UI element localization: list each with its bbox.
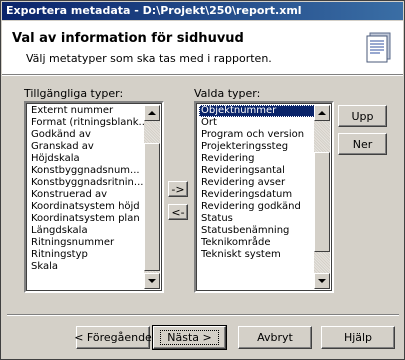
available-scrollbar[interactable] bbox=[144, 105, 160, 289]
scroll-down-button[interactable] bbox=[144, 273, 160, 289]
list-item[interactable]: Granskad av bbox=[29, 141, 145, 153]
footer-divider bbox=[7, 314, 399, 316]
window-title: Exportera metadata - D:\Projekt\250\repo… bbox=[6, 4, 302, 17]
list-item[interactable]: Status bbox=[199, 213, 315, 225]
help-label: Hjälp bbox=[343, 331, 373, 344]
list-item[interactable]: Konstbyggnadsritnin... bbox=[29, 177, 145, 189]
list-item[interactable]: Konstruerad av bbox=[29, 189, 145, 201]
page-title: Val av information för sidhuvud bbox=[12, 31, 244, 46]
list-item[interactable]: Projekteringssteg bbox=[199, 141, 315, 153]
list-item[interactable]: Revideringsdatum bbox=[199, 189, 315, 201]
list-item[interactable]: Ort bbox=[199, 117, 315, 129]
back-button[interactable]: < Föregående bbox=[74, 326, 152, 349]
scroll-thumb[interactable] bbox=[314, 151, 330, 252]
list-item[interactable]: Koordinatsystem plan bbox=[29, 213, 145, 225]
list-item[interactable]: Format (ritningsblank... bbox=[29, 117, 145, 129]
list-item[interactable]: Teknikområde bbox=[199, 237, 315, 249]
move-up-label: Upp bbox=[351, 109, 374, 123]
selected-types-list[interactable]: Objektnummer Ort Program och version Projek… bbox=[194, 101, 334, 293]
next-label: Nästa > bbox=[160, 330, 219, 345]
list-item[interactable]: Skala bbox=[29, 261, 145, 273]
list-item[interactable]: Längdskala bbox=[29, 225, 145, 237]
remove-type-label: <- bbox=[171, 205, 185, 219]
list-item[interactable]: Ritningstyp bbox=[29, 249, 145, 261]
list-item[interactable]: Externt nummer bbox=[29, 105, 145, 117]
list-item[interactable]: Godkänd av bbox=[29, 129, 145, 141]
cancel-button[interactable]: Avbryt bbox=[238, 326, 312, 349]
header-divider bbox=[2, 75, 403, 76]
list-item[interactable]: Revidering bbox=[199, 153, 315, 165]
selected-scrollbar[interactable] bbox=[314, 105, 330, 289]
wizard-header: Val av information för sidhuvud Välj met… bbox=[2, 21, 403, 75]
arrow-up-icon bbox=[318, 111, 326, 115]
back-label: < Föregående bbox=[74, 331, 152, 344]
scroll-up-button[interactable] bbox=[144, 105, 160, 121]
available-types-label: Tillgängliga typer: bbox=[24, 87, 124, 100]
scroll-thumb[interactable] bbox=[144, 143, 160, 272]
list-item[interactable]: Tekniskt system bbox=[199, 249, 315, 261]
add-type-label: -> bbox=[171, 182, 185, 196]
page-subtitle: Välj metatyper som ska tas med i rapport… bbox=[26, 52, 272, 65]
export-metadata-dialog: Exportera metadata - D:\Projekt\250\repo… bbox=[0, 0, 405, 360]
add-type-button[interactable]: -> bbox=[168, 181, 188, 197]
list-item[interactable]: Revidering avser bbox=[199, 177, 315, 189]
list-item[interactable]: Ritningsnummer bbox=[29, 237, 145, 249]
title-bar[interactable]: Exportera metadata - D:\Projekt\250\repo… bbox=[2, 2, 403, 20]
help-button[interactable]: Hjälp bbox=[321, 326, 395, 349]
list-item[interactable]: Revideringsantal bbox=[199, 165, 315, 177]
move-down-label: Ner bbox=[352, 137, 373, 151]
list-item[interactable]: Koordinatsystem höjd bbox=[29, 201, 145, 213]
list-item[interactable]: Objektnummer bbox=[199, 105, 315, 117]
list-item[interactable]: Revidering godkänd bbox=[199, 201, 315, 213]
move-up-button[interactable]: Upp bbox=[338, 105, 387, 127]
move-down-button[interactable]: Ner bbox=[338, 133, 387, 155]
scroll-down-button[interactable] bbox=[314, 273, 330, 289]
available-types-list[interactable]: Externt nummer Format (ritningsblank... Go… bbox=[24, 101, 164, 293]
selected-types-label: Valda typer: bbox=[194, 87, 261, 100]
next-button[interactable]: Nästa > bbox=[152, 325, 227, 350]
cancel-label: Avbryt bbox=[257, 331, 293, 344]
list-item[interactable]: Program och version bbox=[199, 129, 315, 141]
arrow-down-icon bbox=[148, 279, 156, 283]
arrow-up-icon bbox=[148, 111, 156, 115]
list-item[interactable]: Konstbyggnadsnum... bbox=[29, 165, 145, 177]
document-icon bbox=[366, 32, 391, 63]
list-item[interactable]: Statusbenämning bbox=[199, 225, 315, 237]
arrow-down-icon bbox=[318, 279, 326, 283]
scroll-up-button[interactable] bbox=[314, 105, 330, 121]
remove-type-button[interactable]: <- bbox=[168, 204, 188, 220]
list-item[interactable]: Höjdskala bbox=[29, 153, 145, 165]
